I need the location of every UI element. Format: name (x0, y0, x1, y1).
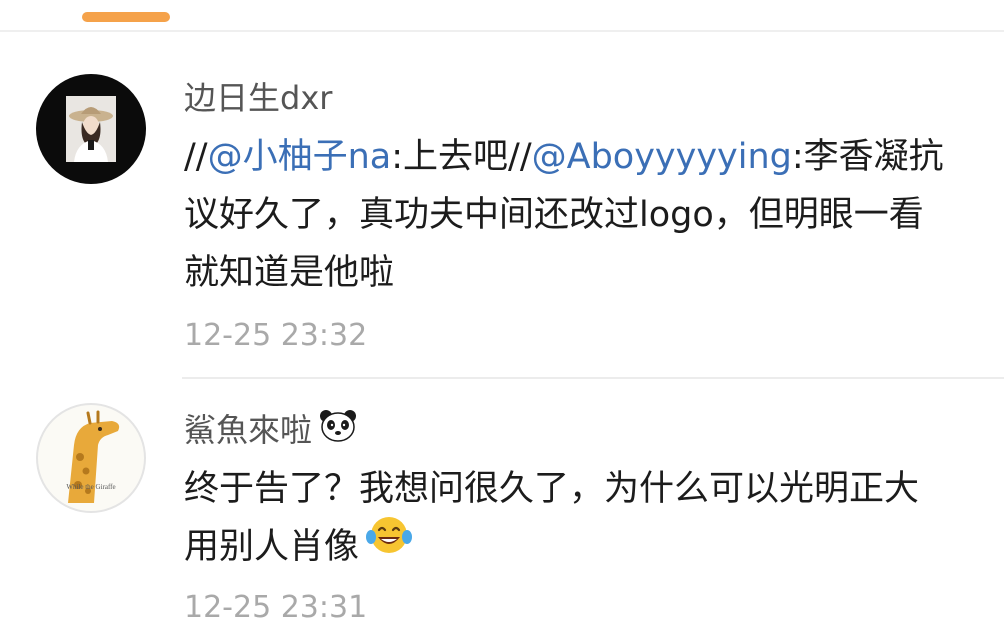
timestamp: 12-25 23:32 (184, 318, 368, 353)
profile-photo-icon (66, 96, 116, 162)
comment-divider (182, 377, 1004, 379)
comment-text: 终于告了？我想问很久了，为什么可以光明正大 用别人肖像 (184, 460, 1004, 576)
timestamp: 12-25 23:31 (184, 590, 368, 625)
avatar-caption: While the Giraffe (66, 483, 115, 491)
active-tab-indicator (82, 12, 170, 22)
panda-icon (318, 408, 358, 451)
comment-line: 用别人肖像 (184, 515, 1004, 576)
avatar[interactable]: While the Giraffe (36, 403, 146, 513)
comment-text: //@小柚子na:上去吧//@Aboyyyyying:李香凝抗 议好久了，真功夫… (184, 128, 1004, 302)
mention-link[interactable]: @Aboyyyyying (532, 137, 792, 177)
laughing-tears-icon (365, 515, 413, 573)
mention-link[interactable]: @小柚子na (208, 137, 392, 177)
comment-line: 终于告了？我想问很久了，为什么可以光明正大 (184, 469, 920, 509)
username[interactable]: 边日生dxr (184, 78, 332, 118)
comment-line: 就知道是他啦 (184, 253, 395, 293)
avatar[interactable] (36, 74, 146, 184)
comment-line: //@小柚子na:上去吧//@Aboyyyyying:李香凝抗 (184, 137, 944, 177)
comment-line: 议好久了，真功夫中间还改过logo，但明眼一看 (184, 195, 924, 235)
top-divider (0, 30, 1004, 32)
giraffe-icon: While the Giraffe (66, 410, 120, 503)
username[interactable]: 鯊魚來啦 (184, 408, 358, 451)
